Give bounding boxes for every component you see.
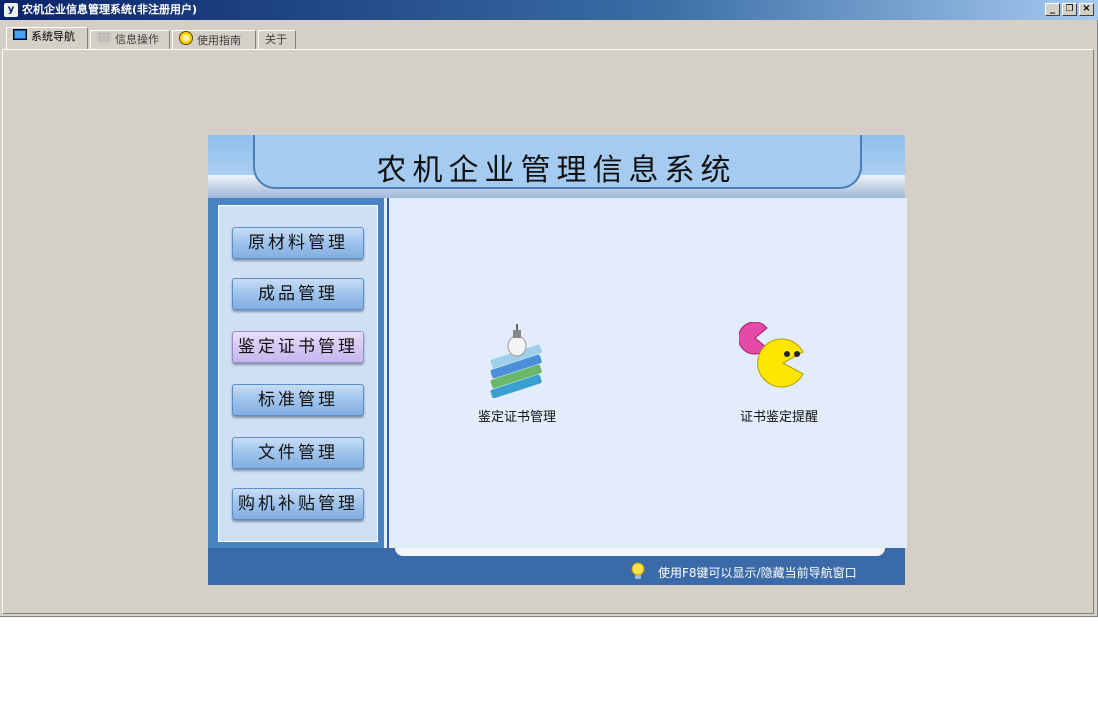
tab-label: 关于 — [265, 33, 287, 46]
panel-title: 农机企业管理信息系统 — [376, 153, 737, 188]
app-icon[interactable]: y — [4, 3, 18, 17]
tab-label: 使用指南 — [197, 34, 241, 47]
tab-label: 系统导航 — [31, 30, 75, 43]
certificate-management-shortcut[interactable]: 鉴定证书管理 — [467, 322, 567, 425]
tab-system-nav[interactable]: 系统导航 — [6, 27, 88, 50]
certificate-reminder-shortcut[interactable]: 证书鉴定提醒 — [724, 321, 834, 425]
help-icon — [179, 31, 193, 51]
tab-user-guide[interactable]: 使用指南 — [172, 30, 256, 50]
restore-button[interactable]: ❐ — [1062, 3, 1077, 16]
menu-purchase-subsidy-button[interactable]: 购机补贴管理 — [232, 488, 364, 520]
grid-icon — [97, 31, 111, 49]
window-controls: _ ❐ × — [1045, 3, 1094, 16]
menu-documents-button[interactable]: 文件管理 — [232, 437, 364, 469]
close-button[interactable]: × — [1079, 3, 1094, 16]
tab-strip: 系统导航 信息操作 使用指南 关于 — [0, 26, 1098, 50]
tab-about[interactable]: 关于 — [258, 30, 296, 50]
panel-header: 农机企业管理信息系统 — [208, 135, 905, 198]
feature-area: 鉴定证书管理 证书鉴定提醒 — [387, 198, 907, 548]
feature-label: 鉴定证书管理 — [477, 410, 556, 425]
menu-certificate-button[interactable]: 鉴定证书管理 — [232, 331, 364, 363]
menu-frame: 原材料管理 成品管理 鉴定证书管理 标准管理 文件管理 购机补贴管理 — [208, 198, 384, 548]
panel-footer: 使用F8键可以显示/隐藏当前导航窗口 — [208, 548, 905, 585]
menu-standards-button[interactable]: 标准管理 — [232, 384, 364, 416]
pacman-icon — [738, 321, 819, 402]
menu-raw-materials-button[interactable]: 原材料管理 — [232, 227, 364, 259]
books-lightbulb-icon — [482, 324, 552, 402]
f8-hint-text: 使用F8键可以显示/隐藏当前导航窗口 — [658, 566, 857, 580]
lightbulb-icon — [628, 561, 648, 585]
navigation-panel: 农机企业管理信息系统 原材料管理 成品管理 鉴定证书管理 标准管理 文件管理 购… — [208, 135, 907, 585]
menu-finished-goods-button[interactable]: 成品管理 — [232, 278, 364, 310]
tab-info-ops[interactable]: 信息操作 — [90, 30, 170, 50]
feature-label: 证书鉴定提醒 — [739, 410, 818, 425]
minimize-button[interactable]: _ — [1045, 3, 1060, 16]
window-title: 农机企业信息管理系统(非注册用户) — [22, 3, 198, 16]
title-bar[interactable]: y 农机企业信息管理系统(非注册用户) _ ❐ × — [0, 0, 1098, 20]
footer-curve — [395, 548, 885, 556]
monitor-icon — [13, 28, 27, 46]
tab-label: 信息操作 — [115, 33, 159, 46]
